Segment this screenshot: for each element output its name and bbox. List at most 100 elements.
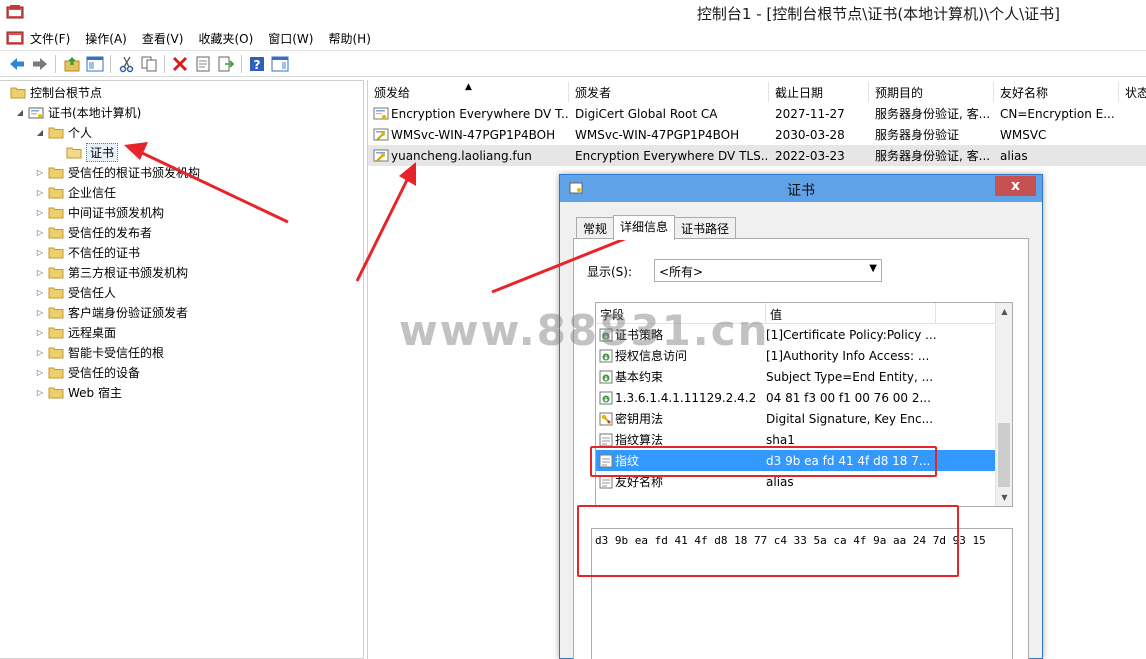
sort-ascending-icon: ▲ bbox=[465, 82, 472, 92]
tab-details[interactable]: 详细信息 bbox=[613, 215, 676, 240]
help-button[interactable]: ? bbox=[247, 54, 267, 74]
tree-collapsed-icon[interactable]: ▷ bbox=[34, 188, 46, 197]
field-detail-textbox[interactable]: d3 9b ea fd 41 4f d8 18 77 c4 33 5a ca 4… bbox=[591, 528, 1013, 659]
tree-collapsed-icon[interactable]: ▷ bbox=[34, 388, 46, 397]
tree-collapsed-icon[interactable]: ▷ bbox=[34, 308, 46, 317]
fields-scrollbar[interactable]: ▲ ▼ bbox=[995, 303, 1012, 506]
tree-node-store-2[interactable]: ▷ 中间证书颁发机构 bbox=[34, 202, 164, 222]
tab-general[interactable]: 常规 bbox=[576, 217, 615, 239]
column-header-issued-to[interactable]: 颁发给 ▲ bbox=[368, 82, 569, 102]
certificate-dialog: 证书 x 常规 详细信息 证书路径 显示(S): <所有> ▼ 字段 值 证书策… bbox=[559, 174, 1043, 659]
tree-node-label: 受信任的设备 bbox=[68, 365, 141, 380]
arrow-left-icon bbox=[10, 58, 24, 70]
help-icon: ? bbox=[250, 57, 264, 72]
tree-node-label: 受信任人 bbox=[68, 285, 117, 300]
properties-button[interactable] bbox=[193, 54, 213, 74]
tree-node-store-11[interactable]: ▷ Web 宿主 bbox=[34, 382, 122, 402]
tree-collapsed-icon[interactable]: ▷ bbox=[34, 248, 46, 257]
field-row-selected[interactable]: 指纹 d3 9b ea fd 41 4f d8 18 7... bbox=[596, 450, 1012, 471]
delete-x-icon bbox=[172, 56, 188, 72]
window-titlebar: 控制台1 - [控制台根节点\证书(本地计算机)\个人\证书] bbox=[0, 0, 1146, 27]
tree-node-store-8[interactable]: ▷ 远程桌面 bbox=[34, 322, 116, 342]
tree-collapsed-icon[interactable]: ▷ bbox=[34, 328, 46, 337]
menu-window[interactable]: 窗口(W) bbox=[268, 30, 313, 47]
table-row[interactable]: Encryption Everywhere DV T... DigiCert G… bbox=[368, 103, 1146, 124]
table-row-selected[interactable]: yuancheng.laoliang.fun Encryption Everyw… bbox=[368, 145, 1146, 166]
scroll-down-icon[interactable]: ▼ bbox=[996, 489, 1012, 506]
menu-bar: 文件(F) 操作(A) 查看(V) 收藏夹(O) 窗口(W) 帮助(H) bbox=[0, 27, 1146, 49]
tree-collapsed-icon[interactable]: ▷ bbox=[34, 228, 46, 237]
tree-node-store-6[interactable]: ▷ 受信任人 bbox=[34, 282, 116, 302]
tree-node-store-3[interactable]: ▷ 受信任的发布者 bbox=[34, 222, 152, 242]
menu-favorites[interactable]: 收藏夹(O) bbox=[198, 30, 253, 47]
tree-collapsed-icon[interactable]: ▷ bbox=[34, 288, 46, 297]
property-icon bbox=[599, 433, 613, 446]
column-header-value[interactable]: 值 bbox=[766, 303, 936, 323]
cell-friendly-name: alias bbox=[1000, 148, 1028, 163]
field-value: alias bbox=[766, 474, 794, 489]
dialog-titlebar[interactable]: 证书 x bbox=[560, 175, 1042, 202]
column-header-status[interactable]: 状态 bbox=[1119, 82, 1146, 102]
close-button[interactable]: x bbox=[995, 176, 1036, 196]
tree-node-root[interactable]: 控制台根节点 bbox=[8, 82, 102, 102]
show-dropdown-value: <所有> bbox=[659, 265, 704, 279]
tree-node-store-5[interactable]: ▷ 第三方根证书颁发机构 bbox=[34, 262, 188, 282]
field-row[interactable]: 授权信息访问 [1]Authority Info Access: ... bbox=[596, 345, 1012, 366]
tab-certification-path[interactable]: 证书路径 bbox=[674, 217, 737, 239]
tree-node-personal[interactable]: ◢ 个人 bbox=[34, 122, 92, 142]
field-row[interactable]: 友好名称 alias bbox=[596, 471, 1012, 492]
back-button[interactable] bbox=[7, 54, 27, 74]
tree-collapsed-icon[interactable]: ▷ bbox=[34, 368, 46, 377]
folder-icon bbox=[48, 247, 64, 258]
tree-collapsed-icon[interactable]: ▷ bbox=[34, 208, 46, 217]
tree-expanded-icon[interactable]: ◢ bbox=[14, 108, 26, 117]
show-label: 显示(S): bbox=[587, 265, 633, 279]
field-row[interactable]: 证书策略 [1]Certificate Policy:Policy ... bbox=[596, 324, 1012, 345]
tree-collapsed-icon[interactable]: ▷ bbox=[34, 268, 46, 277]
folder-icon bbox=[48, 207, 64, 218]
column-header-purposes[interactable]: 预期目的 bbox=[869, 82, 994, 102]
column-header-field[interactable]: 字段 bbox=[596, 303, 766, 323]
tree-node-certificates[interactable]: 证书 bbox=[64, 142, 119, 162]
forward-button[interactable] bbox=[30, 54, 50, 74]
column-header-friendly-name[interactable]: 友好名称 bbox=[994, 82, 1119, 102]
tree-node-store-7[interactable]: ▷ 客户端身份验证颁发者 bbox=[34, 302, 188, 322]
extension-icon bbox=[599, 328, 613, 341]
export-list-button[interactable] bbox=[216, 54, 236, 74]
menu-view[interactable]: 查看(V) bbox=[142, 30, 184, 47]
column-header-expiration[interactable]: 截止日期 bbox=[769, 82, 869, 102]
tree-node-store-4[interactable]: ▷ 不信任的证书 bbox=[34, 242, 140, 262]
scroll-up-icon[interactable]: ▲ bbox=[996, 303, 1012, 320]
show-hide-tree-button[interactable] bbox=[85, 54, 105, 74]
copy-button[interactable] bbox=[139, 54, 159, 74]
show-action-pane-button[interactable] bbox=[270, 54, 290, 74]
column-header-issued-by[interactable]: 颁发者 bbox=[569, 82, 769, 102]
show-dropdown[interactable]: <所有> ▼ bbox=[654, 259, 882, 282]
tree-node-store-9[interactable]: ▷ 智能卡受信任的根 bbox=[34, 342, 164, 362]
menu-file[interactable]: 文件(F) bbox=[30, 30, 70, 47]
up-level-button[interactable] bbox=[62, 54, 82, 74]
tree-collapsed-icon[interactable]: ▷ bbox=[34, 168, 46, 177]
cut-button[interactable] bbox=[117, 54, 137, 74]
folder-open-icon bbox=[66, 147, 82, 158]
menu-action[interactable]: 操作(A) bbox=[85, 30, 127, 47]
console-window-icon[interactable] bbox=[6, 31, 24, 45]
cell-expiration: 2030-03-28 bbox=[775, 127, 845, 142]
field-value: Subject Type=End Entity, ... bbox=[766, 369, 934, 384]
tree-node-label: Web 宿主 bbox=[68, 385, 122, 400]
tree-collapsed-icon[interactable]: ▷ bbox=[34, 348, 46, 357]
field-row[interactable]: 1.3.6.1.4.1.11129.2.4.2 04 81 f3 00 f1 0… bbox=[596, 387, 1012, 408]
delete-button[interactable] bbox=[170, 54, 190, 74]
field-row[interactable]: 指纹算法 sha1 bbox=[596, 429, 1012, 450]
menu-help[interactable]: 帮助(H) bbox=[328, 30, 370, 47]
field-row[interactable]: 基本约束 Subject Type=End Entity, ... bbox=[596, 366, 1012, 387]
tree-node-store-0[interactable]: ▷ 受信任的根证书颁发机构 bbox=[34, 162, 200, 182]
tree-expanded-icon[interactable]: ◢ bbox=[34, 128, 46, 137]
table-row[interactable]: WMSvc-WIN-47PGP1P4BOH WMSvc-WIN-47PGP1P4… bbox=[368, 124, 1146, 145]
field-row[interactable]: 密钥用法 Digital Signature, Key Enc... bbox=[596, 408, 1012, 429]
tree-node-store-10[interactable]: ▷ 受信任的设备 bbox=[34, 362, 140, 382]
tree-node-store-1[interactable]: ▷ 企业信任 bbox=[34, 182, 116, 202]
property-icon bbox=[599, 454, 613, 467]
tree-node-local-certs[interactable]: ◢ 证书(本地计算机) bbox=[14, 102, 141, 122]
scroll-thumb[interactable] bbox=[998, 423, 1010, 487]
